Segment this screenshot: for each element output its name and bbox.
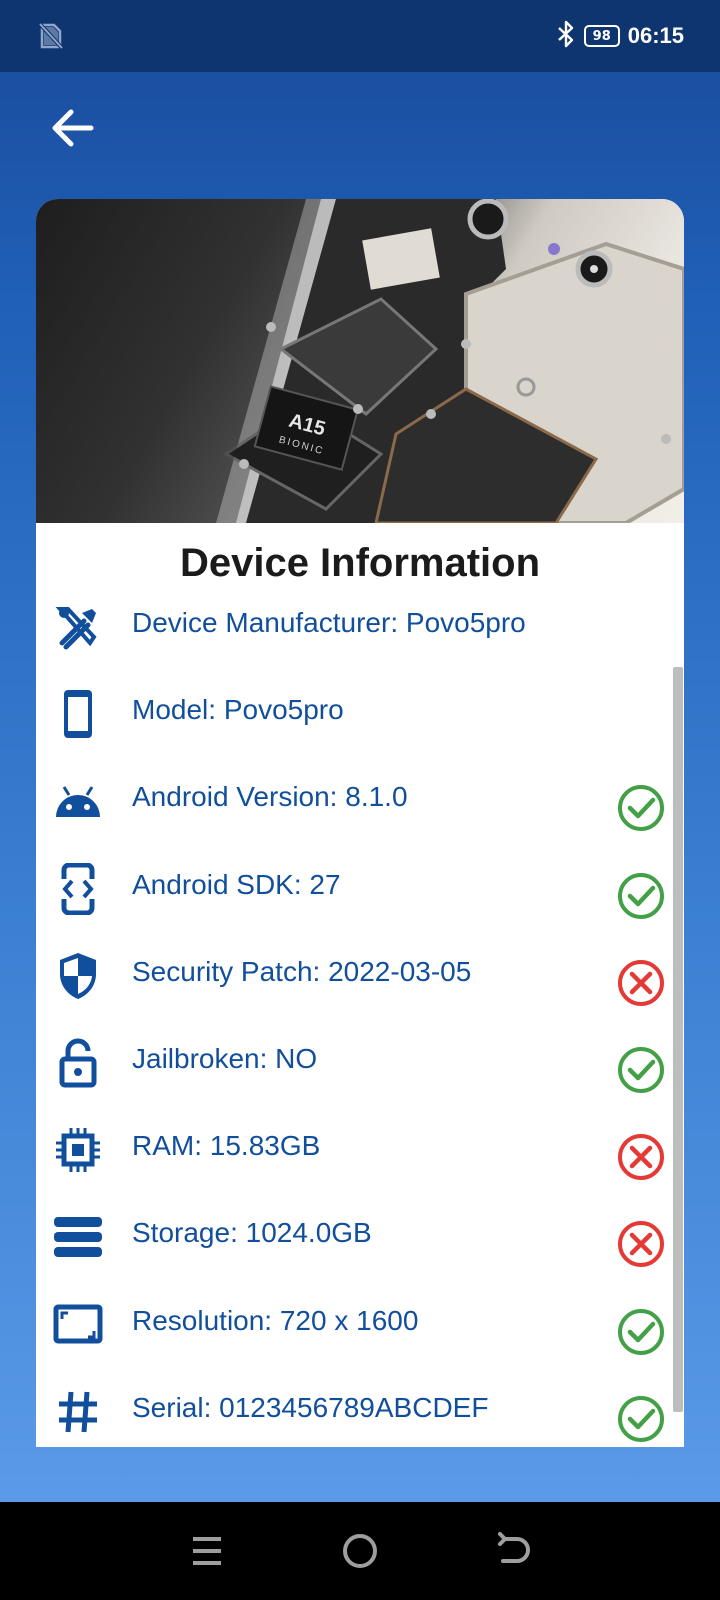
info-row: Resolution: 720 x 1600 [36,1299,684,1388]
list-scrollbar[interactable] [673,667,683,1412]
check-circle-icon [616,1394,666,1444]
device-info-list: Device Manufacturer: Povo5pro Model: Povo… [36,601,684,1447]
app-screen: 98 06:15 A15 BIONIC Device Information D… [0,0,720,1502]
battery-icon: 98 [583,25,620,47]
check-circle-icon [616,871,666,921]
android-icon [52,775,104,827]
info-row-label: RAM: 15.83GB [132,1130,321,1161]
info-row-label: Security Patch: 2022-03-05 [132,956,472,987]
check-circle-icon [616,1307,666,1357]
status-clock: 06:15 [627,23,684,48]
info-row: Model: Povo5pro [36,688,684,777]
cancel-circle-icon [616,1219,666,1269]
recents-button[interactable] [177,1521,237,1581]
battery-level: 98 [592,28,611,44]
developer-mode-icon [52,863,104,915]
info-row: Android SDK: 27 [36,863,684,952]
info-row: Android Version: 8.1.0 [36,775,684,864]
system-back-button[interactable] [483,1521,543,1581]
check-circle-icon [616,783,666,833]
navigation-bar [0,1502,720,1600]
device-info-card: A15 BIONIC Device Information Device Man… [36,199,684,1447]
info-row: Jailbroken: NO [36,1037,684,1126]
hero-image: A15 BIONIC [36,199,684,523]
home-button[interactable] [330,1521,390,1581]
check-circle-icon [616,1045,666,1095]
memory-chip-icon [52,1124,104,1176]
smartphone-icon [52,688,104,740]
no-sim-icon [38,22,64,50]
info-row-label: Resolution: 720 x 1600 [132,1305,419,1336]
card-title: Device Information [179,541,541,585]
storage-icon [52,1211,104,1263]
info-row-label: Serial: 0123456789ABCDEF [132,1392,489,1423]
info-row-label: Jailbroken: NO [132,1043,318,1074]
tools-icon [52,601,104,653]
arrow-back-icon [52,109,94,147]
bluetooth-icon [556,20,576,52]
info-row: Storage: 1024.0GB [36,1211,684,1300]
info-row-label: Android SDK: 27 [132,869,341,900]
recents-icon [192,1537,221,1565]
info-row: RAM: 15.83GB [36,1124,684,1213]
info-row-label: Device Manufacturer: Povo5pro [132,607,526,638]
info-row-label: Model: Povo5pro [132,694,344,725]
lock-open-icon [52,1037,104,1089]
hash-icon [52,1386,104,1438]
back-button[interactable] [42,100,102,156]
shield-icon [52,950,104,1002]
info-row-label: Storage: 1024.0GB [132,1217,372,1248]
home-icon [342,1534,377,1568]
back-nav-icon [498,1532,531,1563]
screen-icon [52,1299,104,1351]
info-row-label: Android Version: 8.1.0 [132,781,408,812]
status-bar: 98 06:15 [0,0,720,72]
cancel-circle-icon [616,1132,666,1182]
info-row: Security Patch: 2022-03-05 [36,950,684,1039]
cancel-circle-icon [616,958,666,1008]
info-row: Serial: 0123456789ABCDEF [36,1386,684,1447]
info-row: Device Manufacturer: Povo5pro [36,601,684,690]
